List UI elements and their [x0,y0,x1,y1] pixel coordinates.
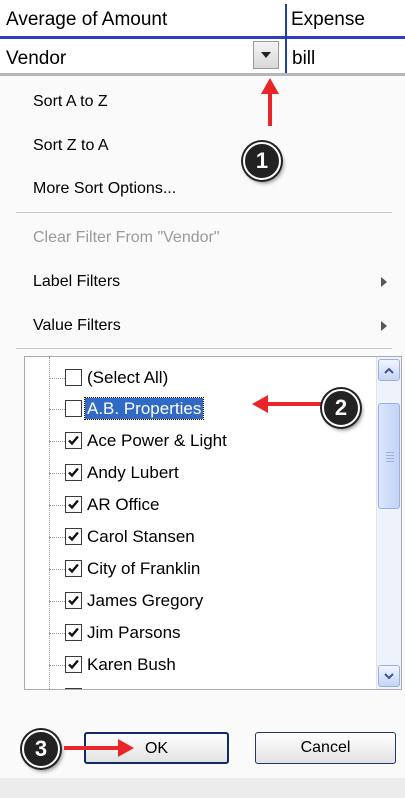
list-item-label: James Gregory [87,591,204,610]
column-header-average-of-amount: Average of Amount [6,9,168,30]
menu-footer [0,778,405,798]
checkbox[interactable] [65,464,82,481]
checkmark-icon [68,659,79,670]
checkbox[interactable] [65,688,82,689]
list-item[interactable]: AR Office [49,490,379,520]
list-item-partial[interactable] [49,682,379,689]
list-item-label: Karen Bush [87,655,176,674]
list-item-label: Jim Parsons [87,623,181,642]
list-scrollbar[interactable] [376,357,401,689]
checkmark-icon [68,563,79,574]
menu-item-sort-a-to-z[interactable]: Sort A to Z [33,92,108,112]
chevron-up-icon [384,367,394,374]
row-field-vendor: Vendor [6,48,67,69]
annotation-arrow-right-icon [64,739,134,757]
column-divider [285,4,287,76]
checkmark-icon [68,531,79,542]
scroll-up-button[interactable] [378,359,400,381]
list-item-label: City of Franklin [87,559,201,578]
chevron-down-icon [384,672,394,679]
menu-separator [16,212,392,213]
list-item[interactable]: Andy Lubert [49,458,379,488]
checkmark-icon [68,499,79,510]
menu-item-label-filters[interactable]: Label Filters [33,272,120,292]
cancel-button[interactable]: Cancel [255,732,396,764]
checkbox[interactable] [65,432,82,449]
list-item-label: Carol Stansen [87,527,195,546]
submenu-arrow-icon [381,277,387,287]
column-header-expense: Expense [291,9,365,30]
row-value-bill: bill [292,48,316,69]
checkmark-icon [68,595,79,606]
list-item-label: (Select All) [87,368,169,387]
list-item[interactable]: Carol Stansen [49,522,379,552]
annotation-badge-2: 2 [322,389,360,427]
checkmark-icon [68,467,79,478]
checkmark-icon [68,435,79,446]
list-item[interactable]: Ace Power & Light [49,426,379,456]
annotation-arrow-up-icon [261,78,279,126]
vendor-filter-dropdown-button[interactable] [253,41,279,69]
list-item-label-selected: A.B. Properties [83,397,205,420]
scroll-thumb[interactable] [378,403,400,509]
header-divider [0,36,405,39]
list-item[interactable]: City of Franklin [49,554,379,584]
checkbox[interactable] [65,656,82,673]
list-item[interactable]: Karen Bush [49,650,379,680]
checkbox[interactable] [65,560,82,577]
checkbox[interactable] [65,400,82,417]
annotation-badge-3: 3 [22,730,60,768]
annotation-badge-1: 1 [243,142,281,180]
checkbox[interactable] [65,496,82,513]
menu-separator [16,348,392,349]
checkbox[interactable] [65,369,82,386]
list-item[interactable]: (Select All) [49,363,379,393]
menu-item-value-filters[interactable]: Value Filters [33,316,121,336]
list-item-label: Ace Power & Light [87,431,227,450]
scroll-down-button[interactable] [378,665,400,687]
list-item[interactable]: Jim Parsons [49,618,379,648]
annotation-arrow-left-icon [252,395,322,413]
checkbox[interactable] [65,592,82,609]
list-item-label: Andy Lubert [87,463,179,482]
chevron-down-icon [261,52,271,58]
menu-item-more-sort-options[interactable]: More Sort Options... [33,179,176,199]
menu-item-sort-z-to-a[interactable]: Sort Z to A [33,136,109,156]
checkbox[interactable] [65,624,82,641]
checkmark-icon [68,627,79,638]
menu-item-clear-filter: Clear Filter From "Vendor" [33,229,220,246]
checkbox[interactable] [65,528,82,545]
list-item[interactable]: James Gregory [49,586,379,616]
list-item-label: AR Office [87,495,160,514]
submenu-arrow-icon [381,321,387,331]
